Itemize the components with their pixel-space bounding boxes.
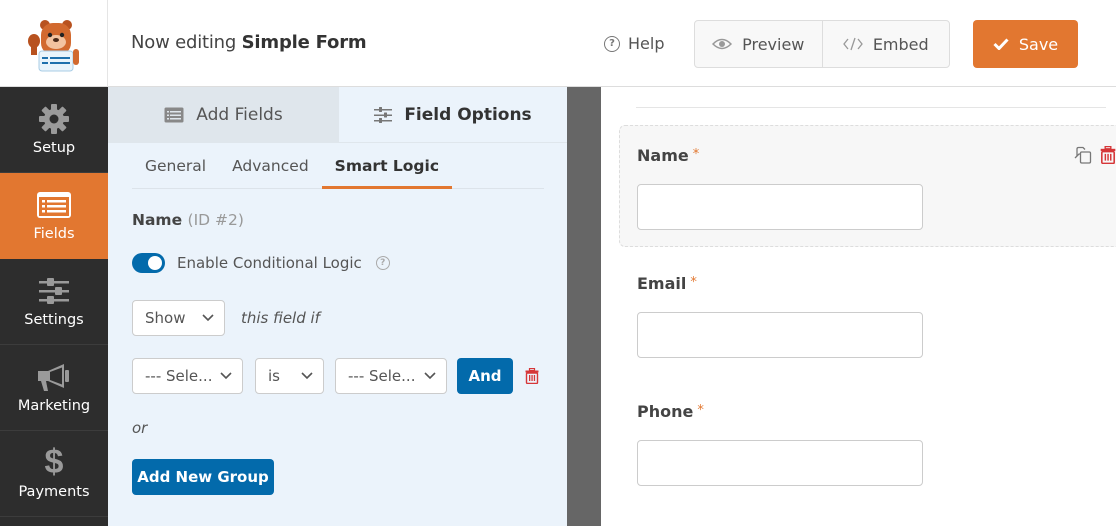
field-id: (ID #2) bbox=[187, 211, 244, 229]
embed-label: Embed bbox=[872, 34, 929, 54]
field-label-email: Email * bbox=[637, 274, 697, 293]
delete-rule-trash-icon[interactable] bbox=[525, 368, 539, 384]
or-label: or bbox=[132, 419, 148, 437]
sliders-icon bbox=[374, 106, 393, 123]
subtab-general[interactable]: General bbox=[132, 143, 219, 189]
sidebar-item-label: Fields bbox=[33, 225, 75, 242]
phone-input[interactable] bbox=[637, 440, 923, 486]
delete-field-trash-icon[interactable] bbox=[1100, 146, 1116, 164]
action-row: Show this field if bbox=[132, 300, 320, 336]
rule-field-select[interactable]: --- Sele... bbox=[132, 358, 243, 394]
divider bbox=[636, 107, 1106, 108]
eye-icon bbox=[712, 38, 733, 50]
panel-splitter[interactable] bbox=[567, 87, 601, 526]
field-label-phone: Phone * bbox=[637, 402, 704, 421]
add-new-group-button[interactable]: Add New Group bbox=[132, 459, 274, 495]
chevron-down-icon bbox=[202, 314, 214, 322]
save-button[interactable]: Save bbox=[973, 20, 1078, 68]
checkmark-icon bbox=[993, 38, 1009, 50]
form-preview: Name * Email * Phone * bbox=[601, 87, 1116, 526]
sidebar-item-settings[interactable]: Settings bbox=[0, 259, 108, 345]
rule-operator-select[interactable]: is bbox=[255, 358, 324, 394]
rule-value-value: --- Sele... bbox=[348, 367, 416, 385]
email-input[interactable] bbox=[637, 312, 923, 358]
logo[interactable] bbox=[0, 0, 108, 87]
conditional-logic-row: Enable Conditional Logic ? bbox=[132, 253, 390, 273]
tab-add-fields[interactable]: Add Fields bbox=[108, 87, 339, 142]
conditional-logic-toggle[interactable] bbox=[132, 253, 165, 273]
field-options-panel: Add Fields Field Options General Advance… bbox=[108, 87, 567, 526]
code-icon bbox=[842, 37, 863, 51]
sidebar: Setup Fields Settings Marketing $ Paymen… bbox=[0, 87, 108, 526]
sidebar-item-payments[interactable]: $ Payments bbox=[0, 431, 108, 517]
field-name-label: Name bbox=[132, 211, 183, 229]
tab-label: Add Fields bbox=[196, 104, 283, 125]
rule-row: --- Sele... is --- Sele... And bbox=[132, 358, 539, 394]
chevron-down-icon bbox=[301, 372, 313, 380]
title-prefix: Now editing bbox=[131, 32, 237, 53]
megaphone-icon bbox=[36, 362, 72, 392]
sidebar-item-label: Marketing bbox=[17, 397, 91, 414]
sidebar-item-label: Settings bbox=[24, 311, 84, 328]
preview-label: Preview bbox=[742, 34, 805, 54]
field-label-text: Email bbox=[637, 274, 687, 293]
field-options-subtabs: General Advanced Smart Logic bbox=[132, 143, 544, 189]
required-asterisk: * bbox=[690, 275, 697, 290]
subtab-advanced[interactable]: Advanced bbox=[219, 143, 322, 189]
rule-field-value: --- Sele... bbox=[145, 367, 213, 385]
form-name: Simple Form bbox=[241, 32, 367, 53]
preview-button[interactable]: Preview bbox=[695, 21, 822, 67]
required-asterisk: * bbox=[692, 147, 700, 162]
field-actions bbox=[1074, 146, 1116, 164]
sidebar-item-fields[interactable]: Fields bbox=[0, 173, 108, 259]
subtab-smart-logic[interactable]: Smart Logic bbox=[321, 143, 453, 189]
action-select-value: Show bbox=[145, 309, 186, 327]
list-icon bbox=[164, 107, 184, 122]
chevron-down-icon bbox=[220, 372, 232, 380]
save-label: Save bbox=[1018, 34, 1059, 54]
field-heading: Name (ID #2) bbox=[132, 211, 244, 229]
dollar-icon: $ bbox=[44, 443, 64, 481]
required-asterisk: * bbox=[697, 403, 704, 418]
duplicate-icon[interactable] bbox=[1074, 146, 1092, 164]
header: Now editing Simple Form ? Help Preview E… bbox=[0, 0, 1116, 87]
page-title: Now editing Simple Form bbox=[131, 32, 367, 53]
tab-label: Field Options bbox=[404, 104, 532, 125]
sidebar-item-label: Payments bbox=[18, 483, 90, 500]
sliders-icon bbox=[38, 276, 70, 306]
question-circle-icon: ? bbox=[604, 35, 620, 52]
bear-mascot-icon bbox=[27, 19, 79, 71]
tab-field-options[interactable]: Field Options bbox=[339, 87, 567, 142]
question-circle-icon[interactable]: ? bbox=[375, 256, 390, 270]
sidebar-item-marketing[interactable]: Marketing bbox=[0, 345, 108, 431]
and-button[interactable]: And bbox=[457, 358, 513, 394]
rule-operator-value: is bbox=[268, 367, 280, 385]
fields-list-icon bbox=[36, 190, 72, 220]
name-input[interactable] bbox=[637, 184, 923, 230]
embed-button[interactable]: Embed bbox=[821, 21, 950, 67]
chevron-down-icon bbox=[424, 372, 436, 380]
action-select[interactable]: Show bbox=[132, 300, 225, 336]
sidebar-item-setup[interactable]: Setup bbox=[0, 87, 108, 173]
field-label-text: Name bbox=[637, 146, 689, 165]
gear-icon bbox=[38, 103, 70, 134]
help-label: Help bbox=[628, 34, 665, 53]
sidebar-item-label: Setup bbox=[32, 139, 76, 156]
conditional-logic-label: Enable Conditional Logic bbox=[177, 254, 362, 272]
field-label-text: Phone bbox=[637, 402, 694, 421]
rule-value-select[interactable]: --- Sele... bbox=[335, 358, 447, 394]
field-label-name: Name * bbox=[637, 146, 699, 165]
preview-embed-group: Preview Embed bbox=[694, 20, 950, 68]
help-button[interactable]: ? Help bbox=[604, 34, 664, 53]
panel-tabs: Add Fields Field Options bbox=[108, 87, 567, 143]
action-suffix: this field if bbox=[241, 309, 320, 327]
